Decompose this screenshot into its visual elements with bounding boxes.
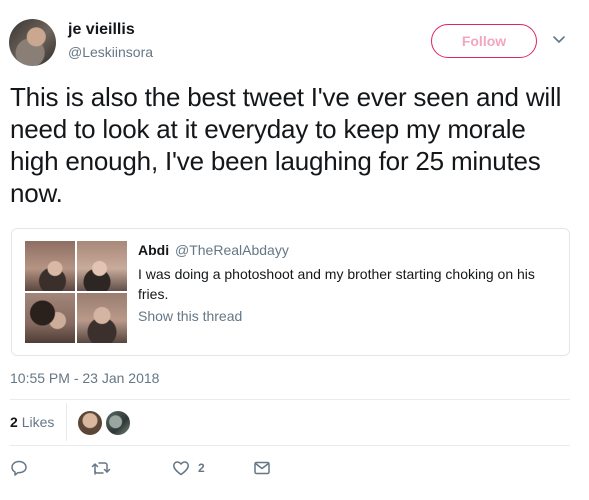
retweet-button[interactable]	[91, 458, 111, 478]
author-handle[interactable]: @Leskiinsora	[68, 44, 153, 60]
like-button[interactable]: 2	[172, 458, 205, 478]
likes-count: 2	[10, 414, 18, 430]
quoted-tweet-card[interactable]: Abdi @TheRealAbdayy I was doing a photos…	[11, 228, 570, 356]
quoted-author-handle: @TheRealAbdayy	[175, 242, 289, 258]
divider	[10, 445, 570, 446]
quoted-text: I was doing a photoshoot and my brother …	[138, 266, 535, 302]
quoted-author: Abdi @TheRealAbdayy	[138, 242, 289, 258]
show-thread-link[interactable]: Show this thread	[138, 308, 242, 324]
quoted-photo[interactable]	[25, 293, 75, 343]
reply-button[interactable]	[10, 458, 28, 478]
reply-icon	[11, 460, 27, 476]
liker-avatar[interactable]	[76, 409, 104, 437]
envelope-icon	[254, 461, 270, 475]
retweet-icon	[91, 462, 111, 475]
divider	[10, 399, 570, 400]
quoted-photo[interactable]	[25, 241, 75, 291]
like-count: 2	[198, 461, 205, 475]
quoted-media-grid[interactable]	[25, 241, 127, 343]
likes-stat[interactable]: 2 Likes	[10, 414, 54, 430]
tweet-text: This is also the best tweet I've ever se…	[10, 82, 562, 208]
likes-label: Likes	[21, 414, 55, 430]
quoted-author-name: Abdi	[138, 242, 170, 258]
author-avatar[interactable]	[9, 19, 56, 66]
follow-button[interactable]: Follow	[431, 24, 537, 58]
quoted-photo[interactable]	[77, 293, 127, 343]
quoted-photo[interactable]	[77, 241, 127, 291]
direct-message-button[interactable]	[253, 458, 271, 478]
liker-avatar[interactable]	[104, 409, 132, 437]
heart-icon	[173, 461, 189, 476]
tweet-timestamp[interactable]: 10:55 PM - 23 Jan 2018	[10, 370, 159, 386]
author-name[interactable]: je vieillis	[68, 21, 135, 39]
divider	[66, 403, 67, 441]
chevron-down-icon[interactable]	[552, 34, 566, 46]
